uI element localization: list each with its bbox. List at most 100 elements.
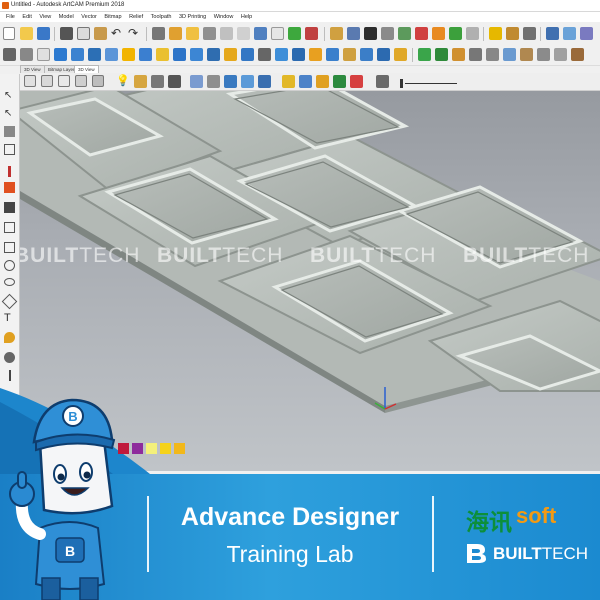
view-top-icon[interactable]	[41, 75, 53, 87]
grid-tool-icon[interactable]	[4, 144, 15, 155]
vector-icon[interactable]	[3, 48, 16, 61]
surface-icon[interactable]	[241, 75, 254, 88]
offset-icon[interactable]	[466, 27, 479, 40]
invert-icon[interactable]	[360, 48, 373, 61]
tree-icon[interactable]	[288, 27, 301, 40]
color-swatch[interactable]	[160, 443, 171, 454]
view-side-icon[interactable]	[75, 75, 87, 87]
circle-tool-icon[interactable]	[4, 260, 15, 271]
transparency-slider-handle[interactable]	[400, 79, 403, 88]
table-icon[interactable]	[37, 48, 50, 61]
shade-icon[interactable]	[563, 27, 576, 40]
crop-icon[interactable]	[394, 48, 407, 61]
stamp-icon[interactable]	[554, 48, 567, 61]
menu-toolpath[interactable]: Toolpath	[151, 12, 172, 22]
blue-layer-icon[interactable]	[299, 75, 312, 88]
bend-icon[interactable]	[486, 48, 499, 61]
pin-icon[interactable]	[4, 352, 15, 363]
axis-icon[interactable]	[151, 75, 164, 88]
view-back-icon[interactable]	[92, 75, 104, 87]
page-icon[interactable]	[237, 27, 250, 40]
tool-icon[interactable]	[168, 75, 181, 88]
revolve-icon[interactable]	[139, 48, 152, 61]
bake-icon[interactable]	[520, 48, 533, 61]
spin-icon[interactable]	[122, 48, 135, 61]
material-icon[interactable]	[134, 75, 147, 88]
contrast-icon[interactable]	[376, 75, 389, 88]
paste-icon[interactable]	[94, 27, 107, 40]
menu-view[interactable]: View	[39, 12, 51, 22]
copy-icon[interactable]	[77, 27, 90, 40]
save-icon[interactable]	[37, 27, 50, 40]
node-icon[interactable]	[347, 27, 360, 40]
undo-icon[interactable]: ↶	[111, 27, 124, 40]
fill-icon[interactable]	[4, 182, 15, 193]
link-icon[interactable]	[381, 27, 394, 40]
green-layer-icon[interactable]	[333, 75, 346, 88]
extrude-icon[interactable]	[88, 48, 101, 61]
pen-icon[interactable]	[8, 166, 11, 177]
weave-icon[interactable]	[241, 48, 254, 61]
color-swatch[interactable]	[146, 443, 157, 454]
align-icon[interactable]	[489, 27, 502, 40]
smooth-icon[interactable]	[190, 48, 203, 61]
paint-icon[interactable]	[571, 48, 584, 61]
wrap-icon[interactable]	[503, 48, 516, 61]
ruler-icon[interactable]	[220, 27, 233, 40]
pointer-icon[interactable]	[305, 27, 318, 40]
wave-icon[interactable]	[523, 27, 536, 40]
yellow-layer-icon[interactable]	[282, 75, 295, 88]
add-icon[interactable]	[418, 48, 431, 61]
transform-icon[interactable]	[4, 126, 15, 137]
rect-tool-icon[interactable]	[4, 222, 15, 233]
grid-icon[interactable]	[203, 27, 216, 40]
menu-vector[interactable]: Vector	[81, 12, 97, 22]
menu-model[interactable]: Model	[59, 12, 74, 22]
rect-icon[interactable]	[415, 27, 428, 40]
blue-shape-icon[interactable]	[71, 48, 84, 61]
menu-file[interactable]: File	[6, 12, 15, 22]
erase-icon[interactable]	[258, 48, 271, 61]
mirror-icon[interactable]	[377, 48, 390, 61]
menu-help[interactable]: Help	[241, 12, 252, 22]
flip-icon[interactable]	[580, 27, 593, 40]
subtract-icon[interactable]	[435, 48, 448, 61]
render-icon[interactable]	[258, 75, 271, 88]
light-bulb-icon[interactable]: 💡	[116, 75, 130, 88]
open-file-icon[interactable]	[20, 27, 33, 40]
fade-icon[interactable]	[309, 48, 322, 61]
lock-icon[interactable]	[537, 48, 550, 61]
magic-wand-icon[interactable]	[364, 27, 377, 40]
text-tool-icon[interactable]: T	[4, 313, 15, 324]
menu-window[interactable]: Window	[214, 12, 234, 22]
magnify-icon[interactable]	[20, 48, 33, 61]
drop-icon[interactable]	[4, 332, 15, 343]
relief-icon[interactable]	[169, 27, 182, 40]
square-tool-icon[interactable]	[4, 242, 15, 253]
orange-box-icon[interactable]	[432, 27, 445, 40]
orange-layer-icon[interactable]	[316, 75, 329, 88]
menu-relief[interactable]: Relief	[129, 12, 143, 22]
transparency-slider[interactable]	[405, 83, 457, 84]
view-iso-icon[interactable]	[24, 75, 36, 87]
sculpt-icon[interactable]	[207, 48, 220, 61]
tools-icon[interactable]	[506, 27, 519, 40]
folder-icon[interactable]	[330, 27, 343, 40]
zero-icon[interactable]	[452, 48, 465, 61]
brush-icon[interactable]	[9, 370, 11, 381]
bucket-icon[interactable]	[4, 202, 15, 213]
diamond-icon[interactable]	[54, 48, 67, 61]
arrow-icon[interactable]	[546, 27, 559, 40]
redo-icon[interactable]: ↷	[128, 27, 141, 40]
scale-icon[interactable]	[326, 48, 339, 61]
menu-3d-printing[interactable]: 3D Printing	[179, 12, 206, 22]
menu-bitmap[interactable]: Bitmap	[104, 12, 121, 22]
new-file-icon[interactable]	[3, 27, 15, 40]
red-layer-icon[interactable]	[350, 75, 363, 88]
shading-icon[interactable]	[207, 75, 220, 88]
view-front-icon[interactable]	[58, 75, 70, 87]
green-box-icon[interactable]	[449, 27, 462, 40]
node-edit-icon[interactable]: ↖	[4, 108, 15, 119]
split-icon[interactable]	[469, 48, 482, 61]
color-swatch[interactable]	[174, 443, 185, 454]
